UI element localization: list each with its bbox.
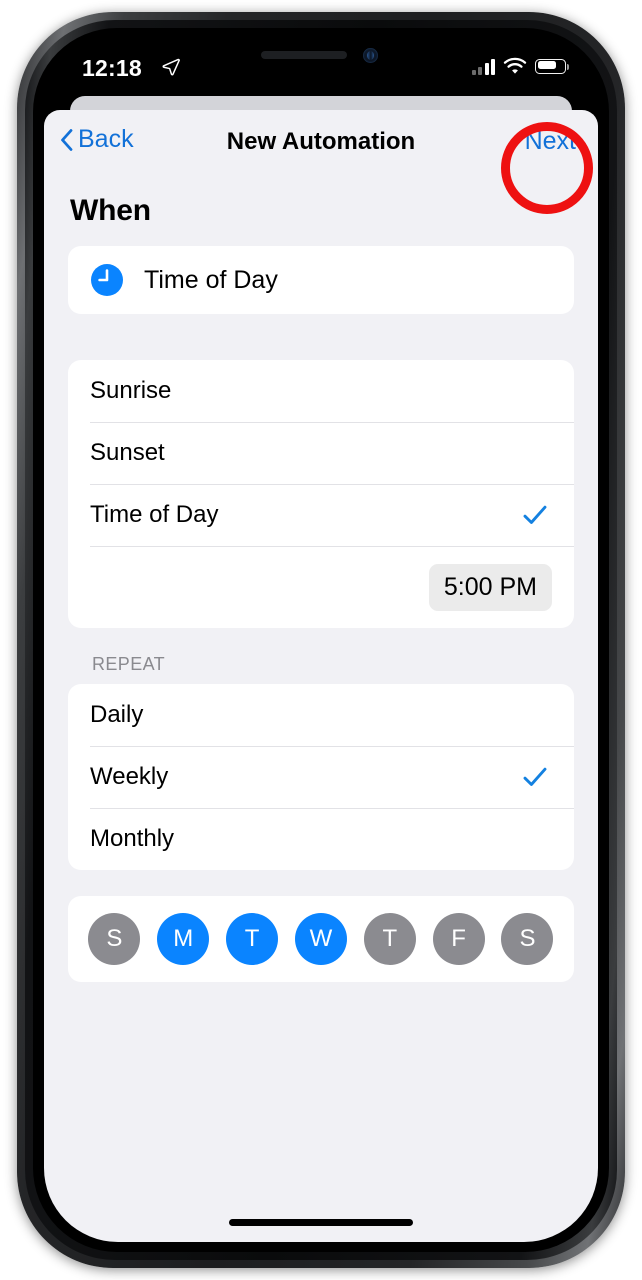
time-picker-row: 5:00 PM bbox=[68, 546, 574, 628]
checkmark-icon bbox=[523, 505, 547, 524]
battery-icon bbox=[535, 58, 570, 74]
day-toggle-monday[interactable]: M bbox=[157, 913, 210, 965]
clock-icon bbox=[91, 264, 123, 296]
option-row-time-of-day[interactable]: Time of Day bbox=[68, 484, 574, 546]
day-selector-card: S M T W T F S bbox=[68, 896, 574, 982]
time-options-card: Sunrise Sunset Time of Day 5:00 PM bbox=[68, 360, 574, 628]
status-icons bbox=[471, 57, 570, 75]
day-toggle-thursday[interactable]: T bbox=[363, 913, 416, 965]
repeat-row-weekly[interactable]: Weekly bbox=[68, 746, 574, 808]
screenshot-stage: 12:18 Back New Automation Next When Time… bbox=[0, 0, 642, 1280]
option-label: Sunset bbox=[90, 439, 165, 466]
repeat-section-header: REPEAT bbox=[92, 654, 166, 674]
checkmark-icon bbox=[523, 767, 547, 786]
notch bbox=[203, 38, 439, 74]
day-toggle-wednesday[interactable]: W bbox=[294, 913, 347, 965]
option-row-sunset[interactable]: Sunset bbox=[68, 422, 574, 484]
new-automation-sheet: Back New Automation Next When Time of Da… bbox=[44, 110, 598, 1242]
day-toggle-saturday[interactable]: S bbox=[501, 913, 554, 965]
repeat-row-monthly[interactable]: Monthly bbox=[68, 808, 574, 870]
time-value-pill[interactable]: 5:00 PM bbox=[428, 563, 552, 611]
repeat-row-daily[interactable]: Daily bbox=[68, 684, 574, 746]
day-toggle-sunday[interactable]: S bbox=[88, 913, 141, 965]
when-heading: When bbox=[70, 194, 151, 227]
cellular-bars-icon bbox=[471, 58, 495, 75]
day-toggle-tuesday[interactable]: T bbox=[226, 913, 279, 965]
location-arrow-icon bbox=[162, 58, 180, 76]
trigger-label: Time of Day bbox=[144, 265, 278, 294]
status-time: 12:18 bbox=[82, 55, 142, 81]
navigation-bar: Back New Automation Next bbox=[44, 110, 598, 172]
option-row-sunrise[interactable]: Sunrise bbox=[68, 360, 574, 422]
earpiece-speaker bbox=[261, 51, 347, 59]
next-button[interactable]: Next bbox=[525, 127, 576, 156]
camera-glint bbox=[367, 51, 374, 60]
day-toggle-friday[interactable]: F bbox=[432, 913, 485, 965]
wifi-icon bbox=[503, 57, 527, 74]
option-label: Sunrise bbox=[90, 377, 172, 404]
home-indicator[interactable] bbox=[229, 1219, 413, 1226]
repeat-options-card: Daily Weekly Monthly bbox=[68, 684, 574, 870]
option-label: Daily bbox=[90, 701, 144, 728]
option-label: Weekly bbox=[90, 763, 169, 790]
option-label: Monthly bbox=[90, 825, 175, 852]
page-title: New Automation bbox=[226, 128, 416, 155]
phone-screen: 12:18 Back New Automation Next When Time… bbox=[44, 38, 598, 1242]
trigger-row-time-of-day[interactable]: Time of Day bbox=[68, 246, 574, 314]
sheet-content: When Time of Day Sunrise Sunset Time of … bbox=[44, 194, 598, 982]
option-label: Time of Day bbox=[90, 501, 219, 528]
trigger-card: Time of Day bbox=[68, 246, 574, 314]
